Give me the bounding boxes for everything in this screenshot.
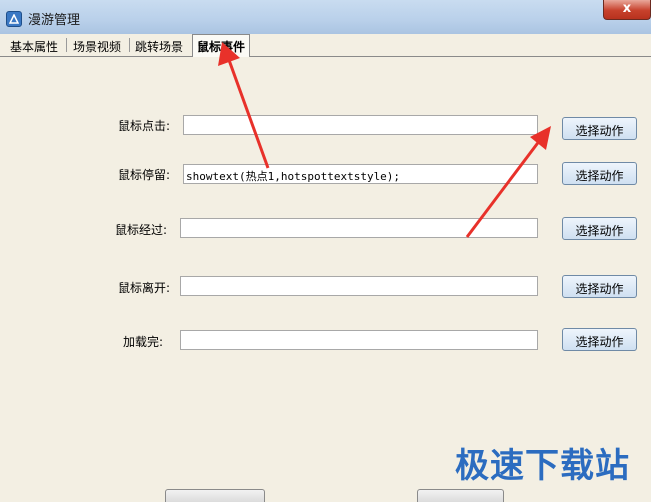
annotation-arrow-to-button [465, 126, 551, 238]
annotation-arrow-to-tab [218, 42, 270, 169]
annotation-arrows [218, 42, 551, 238]
